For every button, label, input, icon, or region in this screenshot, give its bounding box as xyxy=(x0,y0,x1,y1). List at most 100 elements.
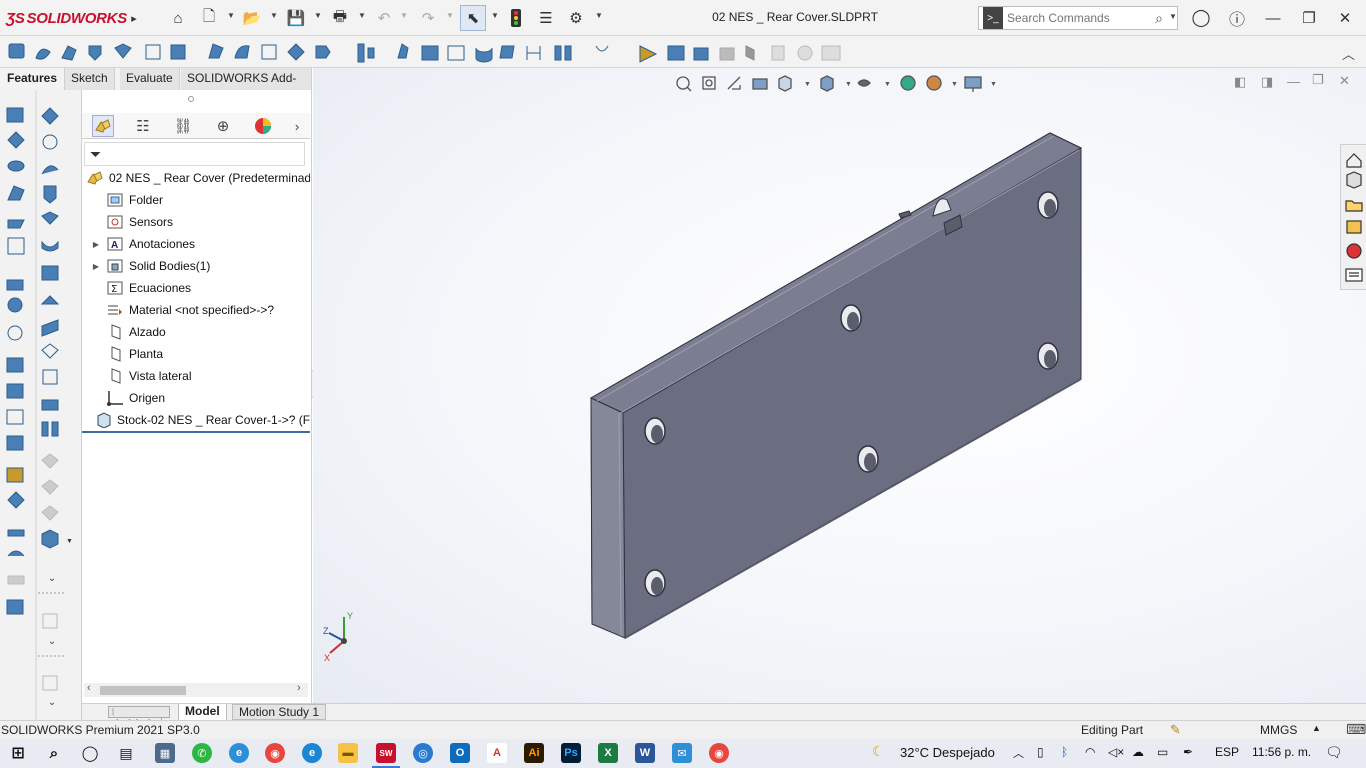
tree-item-ecuaciones[interactable]: Σ Ecuaciones xyxy=(82,277,310,299)
view-palette-icon[interactable] xyxy=(1346,220,1362,234)
show-hidden-icons-icon[interactable]: ︿ xyxy=(1013,745,1024,761)
cortana-icon[interactable]: ◯ xyxy=(80,743,100,763)
scroll-left-icon[interactable]: ‹ xyxy=(87,682,91,694)
options-gear-icon[interactable]: ⚙ xyxy=(566,8,586,28)
onedrive-icon[interactable]: ☁ xyxy=(1132,745,1144,759)
outlook-app-icon[interactable]: O xyxy=(450,743,470,763)
file-properties-icon[interactable]: ☰ xyxy=(536,8,556,28)
clock-time[interactable]: 11:56 p. m. xyxy=(1252,745,1311,759)
custom-properties-icon[interactable] xyxy=(1345,268,1363,282)
tree-item-origen[interactable]: Origen xyxy=(82,387,310,409)
close-window-icon[interactable]: ✕ xyxy=(1330,6,1360,30)
user-account-icon[interactable]: ◯ xyxy=(1191,8,1211,28)
bluetooth-icon[interactable]: ᛒ xyxy=(1061,745,1068,759)
tree-item-alzado[interactable]: Alzado xyxy=(82,321,310,343)
tab-model[interactable]: Model xyxy=(178,704,227,720)
open-folder-icon[interactable]: 📂 xyxy=(242,8,262,28)
feature-manager-tab-icon[interactable] xyxy=(92,115,114,137)
edge-legacy-app-icon[interactable]: e xyxy=(229,743,249,763)
new-dropdown-icon[interactable]: ▼ xyxy=(227,11,235,20)
tree-item-anotaciones[interactable]: ▶ A Anotaciones xyxy=(82,233,310,255)
mail-app-icon[interactable]: ✉ xyxy=(672,743,692,763)
scrollbar-thumb[interactable] xyxy=(100,686,186,695)
part-model-3d[interactable] xyxy=(313,68,1366,703)
search-commands-box[interactable]: >_ ⌕ xyxy=(978,6,1178,30)
display-manager-tab-icon[interactable] xyxy=(252,115,274,137)
viewport-split-left-icon[interactable]: ◧ xyxy=(1234,74,1246,90)
excel-app-icon[interactable]: X xyxy=(598,743,618,763)
configuration-manager-tab-icon[interactable]: ⛓ xyxy=(172,115,194,137)
feature-tree-filter[interactable]: ⏷ xyxy=(84,142,305,166)
options-dropdown-icon[interactable]: ▼ xyxy=(595,11,603,20)
open-dropdown-icon[interactable]: ▼ xyxy=(270,11,278,20)
menu-expand-icon[interactable]: ▸ xyxy=(124,8,144,28)
undo-dropdown-icon[interactable]: ▼ xyxy=(400,11,408,20)
volume-muted-icon[interactable]: ◁× xyxy=(1108,745,1124,759)
print-dropdown-icon[interactable]: ▼ xyxy=(358,11,366,20)
viewport-restore-icon[interactable]: ❐ xyxy=(1312,72,1324,88)
search-input[interactable] xyxy=(1007,11,1147,25)
file-explorer-icon[interactable] xyxy=(1345,200,1363,212)
tab-motion-study[interactable]: Motion Study 1 xyxy=(232,704,327,720)
tab-evaluate[interactable]: Evaluate xyxy=(120,68,180,90)
notifications-icon[interactable]: 🗨 xyxy=(1325,744,1343,761)
acrobat-app-icon[interactable]: A xyxy=(487,743,507,763)
select-dropdown-icon[interactable]: ▼ xyxy=(491,11,499,20)
dimxpert-manager-tab-icon[interactable]: ⊕ xyxy=(212,115,234,137)
print-icon[interactable]: 🖶 xyxy=(330,8,350,28)
wifi-icon[interactable]: ◠ xyxy=(1085,745,1095,759)
usb-device-icon[interactable]: ▯ xyxy=(1037,745,1044,759)
tree-item-stock-part[interactable]: Stock-02 NES _ Rear Cover-1->? (F xyxy=(82,409,310,431)
windows-start-icon[interactable]: ⊞ xyxy=(8,743,28,763)
tab-solidworks-add-ins[interactable]: SOLIDWORKS Add-Ins xyxy=(181,68,312,106)
chrome-second-app-icon[interactable]: ◉ xyxy=(709,743,729,763)
word-app-icon[interactable]: W xyxy=(635,743,655,763)
photoshop-app-icon[interactable]: Ps xyxy=(561,743,581,763)
tree-item-solid-bodies[interactable]: ▶ Solid Bodies(1) xyxy=(82,255,310,277)
weather-moon-icon[interactable]: ☾ xyxy=(872,743,885,760)
rebuild-traffic-light-icon[interactable] xyxy=(506,8,526,28)
feedback-icon[interactable]: ⌨ xyxy=(1346,721,1366,738)
home-icon[interactable]: ⌂ xyxy=(168,8,188,28)
collapse-ribbon-icon[interactable]: ︿ xyxy=(1342,44,1355,63)
restore-window-icon[interactable]: ❐ xyxy=(1294,6,1324,30)
taskbar-search-icon[interactable]: ⌕ xyxy=(44,743,64,763)
vertical-feature-icons[interactable]: ▼ ⌄ ⌄ ⌄ xyxy=(0,90,82,720)
graphics-area[interactable]: Y Z X xyxy=(313,68,1366,703)
task-view-icon[interactable]: ▤ xyxy=(116,743,136,763)
tree-item-sensors[interactable]: Sensors xyxy=(82,211,310,233)
tree-item-material[interactable]: Material <not specified>->? xyxy=(82,299,310,321)
chrome-app-icon[interactable]: ◉ xyxy=(265,743,285,763)
viewport-close-icon[interactable]: ✕ xyxy=(1339,73,1350,89)
undo-icon[interactable]: ↶ xyxy=(374,8,394,28)
search-icon[interactable]: ⌕ xyxy=(1155,10,1163,27)
solidworks-resources-icon[interactable] xyxy=(1346,153,1362,168)
save-dropdown-icon[interactable]: ▼ xyxy=(314,11,322,20)
tree-root-part[interactable]: 02 NES _ Rear Cover (Predeterminado xyxy=(82,167,310,189)
select-cursor-icon[interactable]: ⬉ xyxy=(460,5,486,31)
unit-system-text[interactable]: MMGS xyxy=(1260,723,1297,737)
redo-dropdown-icon[interactable]: ▼ xyxy=(446,11,454,20)
screen-capture-app-icon[interactable]: ◎ xyxy=(413,743,433,763)
tab-sketch[interactable]: Sketch xyxy=(65,68,115,90)
tab-features[interactable]: Features xyxy=(0,68,66,90)
rebuild-status-icon[interactable]: ✎ xyxy=(1170,722,1181,738)
file-explorer-app-icon[interactable]: ▬ xyxy=(338,743,358,763)
tree-item-vista-lateral[interactable]: Vista lateral xyxy=(82,365,310,387)
search-dropdown-icon[interactable]: ▼ xyxy=(1169,12,1177,21)
scroll-right-icon[interactable]: › xyxy=(297,682,301,694)
tree-item-folder[interactable]: Folder xyxy=(82,189,310,211)
whatsapp-app-icon[interactable]: ✆ xyxy=(192,743,212,763)
heads-up-view-toolbar[interactable]: ▼ ▼ ▼ ▼ ▼ xyxy=(672,74,1002,94)
appearances-icon[interactable] xyxy=(1346,243,1362,259)
edge-app-icon[interactable]: e xyxy=(302,743,322,763)
units-dropdown-icon[interactable]: ▲ xyxy=(1312,723,1321,733)
help-icon[interactable]: ⓘ xyxy=(1227,8,1247,29)
filter-funnel-icon[interactable]: ⏷ xyxy=(90,146,101,163)
language-indicator[interactable]: ESP xyxy=(1215,745,1239,759)
new-document-icon[interactable]: 🗋 xyxy=(199,8,219,28)
viewport-split-right-icon[interactable]: ◨ xyxy=(1261,74,1273,90)
feature-commands-icons[interactable] xyxy=(0,36,850,68)
rollback-bar[interactable] xyxy=(82,431,310,433)
property-manager-tab-icon[interactable]: ☷ xyxy=(132,115,154,137)
